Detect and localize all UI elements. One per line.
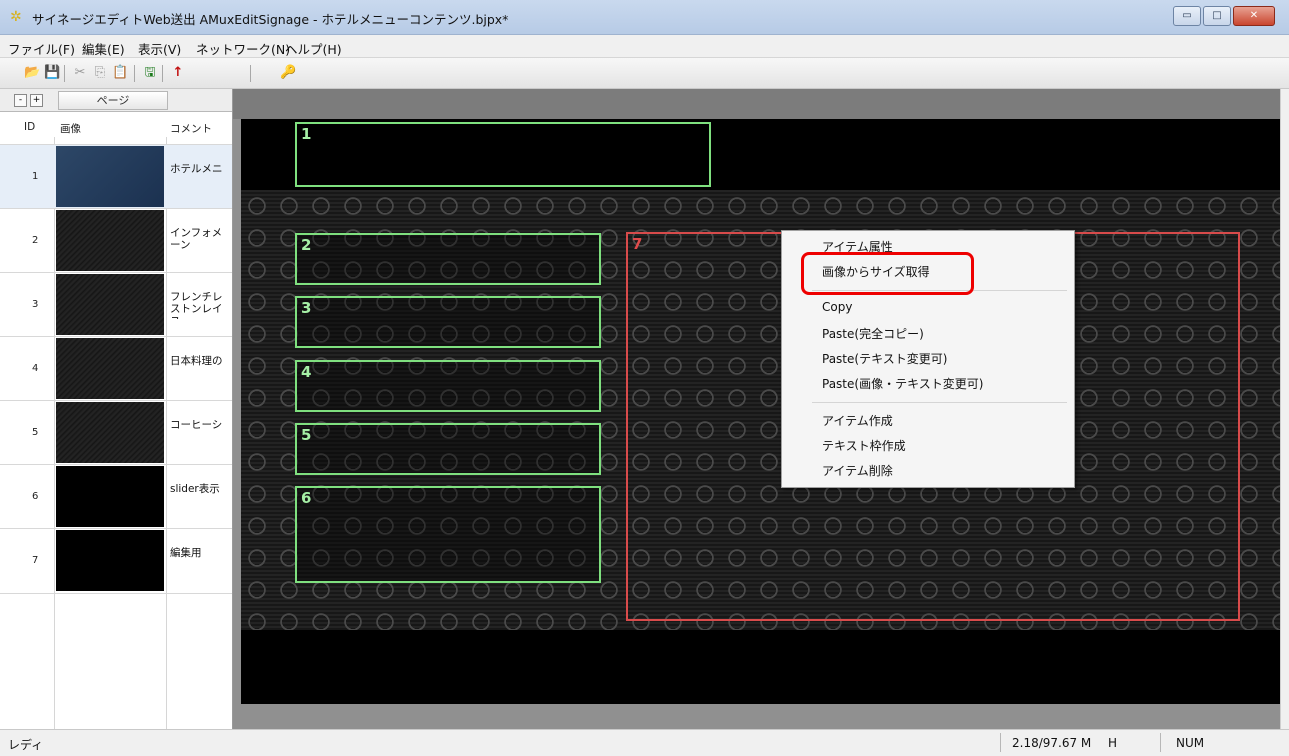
page-thumbnail: [56, 466, 164, 527]
canvas-ruler: [233, 89, 1280, 119]
toolbar-separator: [250, 65, 251, 82]
window-controls: ▭ □ ✕: [1171, 6, 1275, 26]
item-box-2[interactable]: 2: [295, 233, 601, 285]
page-comment: フレンチレストンレイユ: [170, 291, 223, 319]
save-icon[interactable]: 💾: [44, 65, 60, 81]
menu-item-paste-text[interactable]: Paste(テキスト変更可): [822, 350, 947, 367]
page-id: 7: [32, 555, 39, 566]
menu-item-paste-image-text[interactable]: Paste(画像・テキスト変更可): [822, 375, 983, 392]
menu-item-paste-full[interactable]: Paste(完全コピー): [822, 325, 924, 342]
menu-file[interactable]: ファイル(F): [8, 39, 75, 58]
status-text: レディ: [8, 738, 44, 752]
menu-item-copy[interactable]: Copy: [822, 300, 852, 314]
page-row[interactable]: 2 インフォメーン: [0, 208, 232, 273]
vertical-scrollbar[interactable]: [1280, 89, 1289, 729]
window-title: サイネージエディトWeb送出 AMuxEditSignage - ホテルメニュー…: [32, 12, 509, 27]
menu-help[interactable]: ヘルプ(H): [285, 39, 342, 58]
cut-icon[interactable]: ✂: [72, 65, 88, 81]
menu-separator: [812, 402, 1067, 403]
menu-bar: ファイル(F) 編集(E) 表示(V) ネットワーク(N) ヘルプ(H): [0, 35, 1289, 58]
page-id: 5: [32, 427, 39, 438]
num-lock-indicator: NUM: [1176, 736, 1205, 750]
page-comment: コーヒーシ: [170, 419, 223, 431]
open-folder-icon[interactable]: 📂: [24, 65, 40, 81]
page-comment: インフォメーン: [170, 227, 223, 251]
toolbar-separator: [162, 65, 163, 82]
page-thumbnail: [56, 274, 164, 335]
memory-readout: 2.18/97.67 M: [1012, 736, 1092, 750]
page-id: 3: [32, 299, 39, 310]
menu-item-create-text-frame[interactable]: テキスト枠作成: [822, 437, 906, 454]
menu-view[interactable]: 表示(V): [138, 39, 181, 58]
page-row[interactable]: 6 slider表示: [0, 464, 232, 529]
item-number: 1: [301, 125, 312, 143]
item-box-4[interactable]: 4: [295, 360, 601, 412]
page-tab[interactable]: ページ: [58, 91, 168, 110]
page-thumbnail: [56, 146, 164, 207]
status-divider: [1000, 733, 1001, 752]
collapse-button[interactable]: -: [14, 94, 27, 107]
item-number: 5: [301, 426, 312, 444]
app-icon: ✲: [10, 9, 22, 25]
menu-item-create-item[interactable]: アイテム作成: [822, 412, 893, 429]
page-list-panel: - + ページ ID 画像 コメント 1 ホテルメニ 2 インフォメーン 3 フ…: [0, 89, 233, 729]
page-id: 1: [32, 171, 39, 182]
status-bar: レディ 2.18/97.67 M H NUM: [0, 729, 1289, 756]
item-box-1[interactable]: 1: [295, 122, 711, 187]
page-thumbnail: [56, 402, 164, 463]
page-comment: ホテルメニ: [170, 163, 223, 175]
page-list-header: - + ページ: [0, 89, 232, 112]
key-icon[interactable]: 🔑: [280, 65, 296, 81]
page-comment: 日本料理の: [170, 355, 223, 367]
copy-icon[interactable]: ⎘: [92, 65, 108, 81]
page-id: 4: [32, 363, 39, 374]
menu-network[interactable]: ネットワーク(N): [196, 39, 290, 58]
page-comment: slider表示: [170, 483, 220, 495]
page-row[interactable]: 4 日本料理の: [0, 336, 232, 401]
page-row[interactable]: 3 フレンチレストンレイユ: [0, 272, 232, 337]
toolbar: 📂 💾 ✂ ⎘ 📋 🖫 ↑ 🔑: [0, 58, 1289, 89]
status-divider: [1160, 733, 1161, 752]
page-thumbnail: [56, 338, 164, 399]
item-box-3[interactable]: 3: [295, 296, 601, 348]
page-thumbnail: [56, 530, 164, 591]
upload-arrow-icon[interactable]: ↑: [170, 65, 186, 81]
toolbar-separator: [64, 65, 65, 82]
maximize-button[interactable]: □: [1203, 6, 1231, 26]
page-row[interactable]: 1 ホテルメニ: [0, 144, 232, 209]
page-row[interactable]: 5 コーヒーシ: [0, 400, 232, 465]
minimize-button[interactable]: ▭: [1173, 6, 1201, 26]
page-id: 6: [32, 491, 39, 502]
column-image: 画像: [60, 123, 81, 135]
expand-button[interactable]: +: [30, 94, 43, 107]
menu-edit[interactable]: 編集(E): [82, 39, 125, 58]
item-box-6[interactable]: 6: [295, 486, 601, 583]
item-number: 6: [301, 489, 312, 507]
toolbar-separator: [134, 65, 135, 82]
paste-icon[interactable]: 📋: [112, 65, 128, 81]
item-box-5[interactable]: 5: [295, 423, 601, 475]
close-button[interactable]: ✕: [1233, 6, 1275, 26]
page-thumbnail: [56, 210, 164, 271]
item-number: 2: [301, 236, 312, 254]
title-bar: ✲ サイネージエディトWeb送出 AMuxEditSignage - ホテルメニ…: [0, 0, 1289, 35]
item-number: 4: [301, 363, 312, 381]
item-number: 7: [632, 235, 643, 253]
column-id: ID: [24, 121, 36, 133]
page-comment: 編集用: [170, 547, 202, 559]
item-number: 3: [301, 299, 312, 317]
menu-item-delete-item[interactable]: アイテム削除: [822, 462, 893, 479]
column-comment: コメント: [170, 123, 212, 135]
status-h: H: [1108, 736, 1118, 750]
page-id: 2: [32, 235, 39, 246]
page-row[interactable]: 7 編集用: [0, 528, 232, 594]
save-as-icon[interactable]: 🖫: [142, 65, 158, 81]
highlight-annotation: [801, 252, 974, 295]
